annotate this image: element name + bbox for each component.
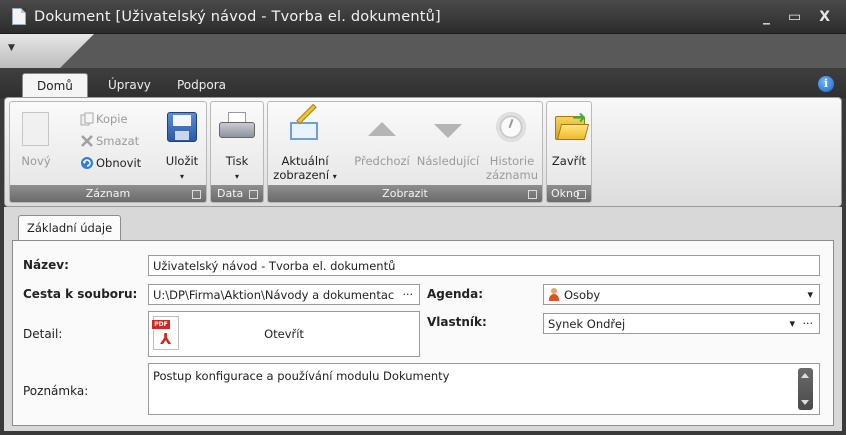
- cesta-value: U:\DP\Firma\Aktion\Návody a dokumentac: [153, 288, 395, 302]
- detail-label: Detail:: [23, 327, 63, 341]
- vlastnik-controls: ▾ ···: [789, 317, 813, 330]
- nazev-label: Název:: [23, 258, 69, 272]
- new-document-icon: [22, 112, 49, 146]
- poznamka-label: Poznámka:: [23, 384, 89, 398]
- next-arrow-icon: [434, 124, 462, 138]
- person-icon: [548, 288, 560, 301]
- print-icon: [219, 112, 255, 142]
- tab-zakladni-udaje[interactable]: Základní údaje: [18, 215, 122, 241]
- minimize-button[interactable]: _: [763, 9, 770, 25]
- form-panel: Název: Uživatelský návod - Tvorba el. do…: [12, 240, 834, 426]
- nazev-field[interactable]: Uživatelský návod - Tvorba el. dokumentů: [148, 255, 820, 276]
- agenda-select[interactable]: Osoby ▾: [543, 284, 820, 305]
- group-okno: ➜ Zavřít Okno: [546, 101, 592, 203]
- current-view-label-2: zobrazení ▾: [268, 168, 342, 184]
- vlastnik-dropdown-icon[interactable]: ▾: [789, 317, 795, 330]
- info-icon[interactable]: i: [818, 76, 834, 92]
- content-area: Základní údaje Název: Uživatelský návod …: [4, 207, 842, 431]
- previous-arrow-icon: [368, 122, 396, 136]
- history-icon: [496, 112, 526, 142]
- open-link[interactable]: Otevřít: [149, 327, 419, 341]
- print-dropdown-icon[interactable]: ▾: [211, 170, 263, 184]
- agenda-value: Osoby: [564, 288, 601, 302]
- refresh-icon: [81, 157, 93, 169]
- poznamka-value: Postup konfigurace a používání modulu Do…: [153, 369, 450, 383]
- title-bar: Dokument [Uživatelský návod - Tvorba el.…: [0, 0, 846, 34]
- current-view-icon: [288, 103, 322, 140]
- print-button[interactable]: Tisk: [211, 154, 263, 168]
- agenda-dropdown-icon[interactable]: ▾: [807, 288, 813, 301]
- quick-access-toolbar: ▼: [0, 34, 846, 68]
- print-body-shape: [219, 122, 255, 138]
- new-button[interactable]: Nový: [18, 154, 54, 168]
- customize-qat-dropdown-icon[interactable]: ▼: [8, 43, 15, 53]
- green-arrow-icon: ➜: [572, 108, 587, 128]
- detail-attachment[interactable]: PDF ⅄ Otevřít: [148, 311, 420, 357]
- group-zobrazit: Aktuální zobrazení ▾ Předchozí Následují…: [267, 101, 543, 203]
- group-data: Tisk ▾ Data: [210, 101, 264, 203]
- save-dropdown-icon[interactable]: ▾: [160, 170, 204, 184]
- window-title: Dokument [Uživatelský návod - Tvorba el.…: [34, 8, 441, 25]
- view-frame-shape: [290, 122, 318, 140]
- data-launcher-icon[interactable]: [249, 190, 258, 199]
- history-button[interactable]: Historie: [482, 154, 542, 168]
- ribbon-tabs: Domů Úpravy Podpora i: [0, 68, 846, 98]
- current-view-button[interactable]: Aktuální: [268, 154, 342, 168]
- group-label-zaznam: Záznam: [10, 185, 206, 202]
- cesta-field[interactable]: U:\DP\Firma\Aktion\Návody a dokumentac ·…: [148, 284, 420, 305]
- close-folder-icon: ➜: [555, 108, 590, 140]
- refresh-button[interactable]: Obnovit: [96, 156, 141, 170]
- next-button[interactable]: Následující: [414, 154, 482, 168]
- vlastnik-value: Synek Ondřej: [548, 317, 626, 331]
- okno-launcher-icon[interactable]: [577, 190, 586, 199]
- current-view-label-text: zobrazení: [273, 168, 330, 182]
- zobrazit-launcher-icon[interactable]: [528, 190, 537, 199]
- group-label-zobrazit: Zobrazit: [268, 185, 542, 202]
- cesta-label: Cesta k souboru:: [23, 287, 138, 301]
- vlastnik-ellipsis-button[interactable]: ···: [803, 317, 814, 330]
- ribbon-panel: Nový Kopie Smazat Obnovit Uložit ▾ Zázna…: [4, 97, 842, 207]
- poznamka-scrollbar[interactable]: [798, 368, 813, 410]
- tab-podpora[interactable]: Podpora: [163, 73, 240, 98]
- history-label-2: záznamu: [486, 168, 538, 182]
- delete-button[interactable]: Smazat: [96, 134, 139, 148]
- close-button[interactable]: X: [819, 9, 830, 25]
- maximize-button[interactable]: ▭: [788, 9, 801, 25]
- group-zaznam: Nový Kopie Smazat Obnovit Uložit ▾ Zázna…: [9, 101, 207, 203]
- browse-ellipsis-button[interactable]: ···: [399, 288, 413, 301]
- previous-button[interactable]: Předchozí: [350, 154, 414, 168]
- save-icon: [167, 112, 197, 142]
- vlastnik-label: Vlastník:: [427, 315, 487, 329]
- tab-domu[interactable]: Domů: [22, 73, 88, 98]
- delete-icon: [81, 135, 93, 147]
- copy-icon: [80, 112, 94, 126]
- tab-upravy[interactable]: Úpravy: [94, 73, 165, 98]
- zaznam-launcher-icon[interactable]: [192, 190, 201, 199]
- save-button[interactable]: Uložit: [160, 154, 204, 168]
- vlastnik-select[interactable]: Synek Ondřej ▾ ···: [543, 313, 820, 334]
- document-icon: [12, 8, 26, 25]
- window-controls: _ ▭ X: [763, 9, 830, 25]
- poznamka-textarea[interactable]: Postup konfigurace a používání modulu Do…: [148, 363, 820, 415]
- close-button-ribbon[interactable]: Zavřít: [547, 154, 591, 168]
- current-view-dropdown-icon[interactable]: ▾: [333, 172, 337, 181]
- agenda-label: Agenda:: [427, 287, 484, 301]
- copy-button[interactable]: Kopie: [96, 112, 128, 126]
